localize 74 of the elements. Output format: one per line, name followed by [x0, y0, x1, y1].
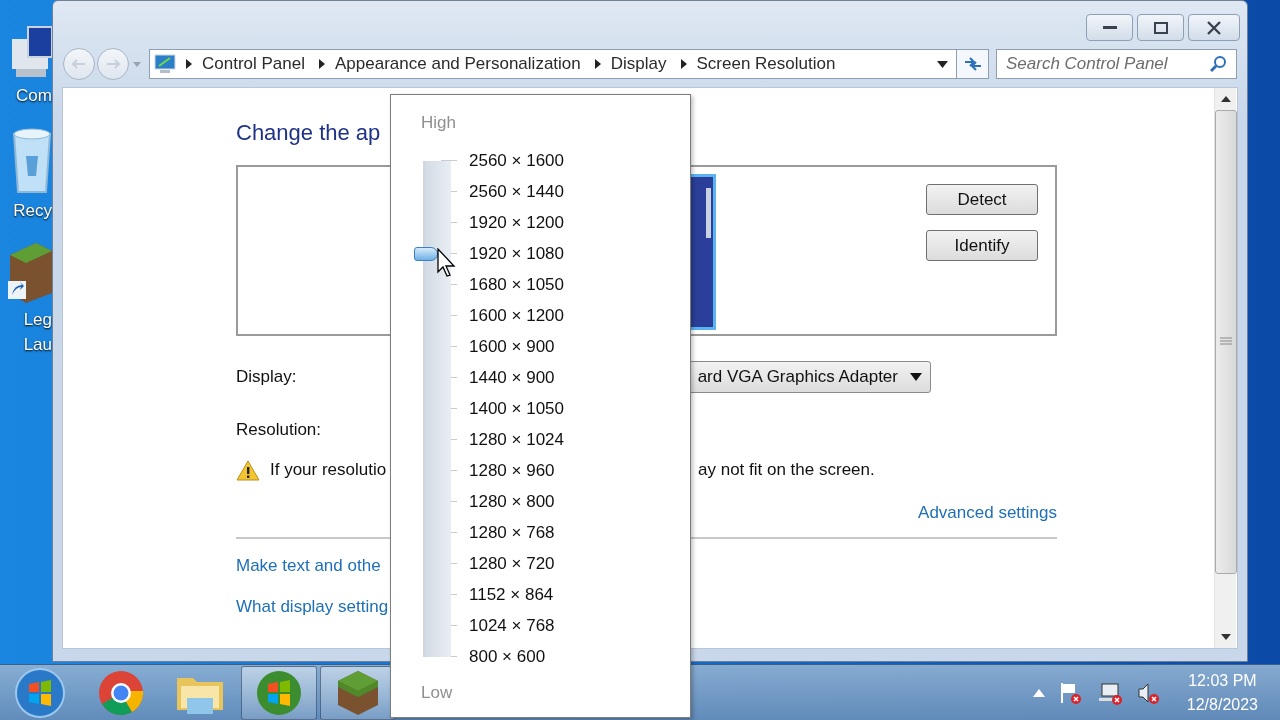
panel-button[interactable]: Identify: [926, 230, 1038, 261]
control-panel-icon: [154, 54, 176, 74]
close-button[interactable]: [1188, 14, 1240, 41]
refresh-button[interactable]: [957, 49, 989, 79]
flag-error-icon[interactable]: [1058, 681, 1083, 705]
breadcrumb[interactable]: Control Panel: [202, 54, 305, 74]
speaker-muted-icon[interactable]: [1136, 681, 1161, 705]
show-hidden-icons-icon[interactable]: [1032, 689, 1045, 697]
resolution-option[interactable]: 1600 × 900: [469, 336, 555, 357]
network-error-icon[interactable]: [1096, 681, 1123, 705]
scroll-down-icon[interactable]: [1220, 634, 1231, 640]
icon-label: Com: [15, 85, 52, 107]
dropdown-caret-icon[interactable]: [937, 60, 948, 68]
help-link[interactable]: Make text and othe: [236, 556, 381, 576]
scrollbar[interactable]: [1214, 88, 1236, 648]
breadcrumb[interactable]: Display: [610, 54, 667, 74]
forward-arrow-icon: [105, 58, 121, 70]
warning-text: ay not fit on the screen.: [698, 460, 875, 480]
slider-label: High: [421, 112, 456, 134]
help-link[interactable]: What display setting: [236, 597, 389, 617]
resolution-option[interactable]: 1152 × 864: [469, 584, 554, 605]
advanced-settings-link[interactable]: Advanced settings: [918, 503, 1057, 523]
browser-icon: [97, 669, 145, 717]
taskbar-app-button[interactable]: [320, 666, 396, 720]
maximize-icon: [1153, 21, 1168, 34]
taskbar-app-button[interactable]: [241, 666, 317, 720]
warning-text: If your resolutio: [270, 460, 387, 480]
dropdown-caret-icon: [910, 373, 922, 381]
close-icon: [1206, 20, 1222, 35]
resolution-option[interactable]: 1600 × 1200: [469, 305, 564, 326]
slider-label: Low: [421, 682, 453, 704]
search-icon[interactable]: [1210, 55, 1228, 73]
field-label: Display:: [236, 367, 297, 387]
grip-icon: [1219, 337, 1232, 347]
resolution-option[interactable]: 1024 × 768: [469, 615, 555, 636]
resolution-option[interactable]: 1920 × 1080: [469, 243, 564, 264]
windows-logo-icon: [256, 670, 302, 716]
resolution-option[interactable]: 1280 × 960: [469, 460, 555, 481]
resolution-option[interactable]: 1280 × 768: [469, 522, 555, 543]
page-title: Change the ap: [236, 119, 381, 147]
chevron-icon[interactable]: [186, 59, 192, 69]
panel-button[interactable]: Detect: [926, 184, 1038, 215]
refresh-icon: [962, 56, 983, 72]
resolution-option[interactable]: 1280 × 720: [469, 553, 555, 574]
resolution-option[interactable]: 2560 × 1440: [469, 181, 564, 202]
address-bar[interactable]: Control Panel Appearance and Personalization Display Screen Resolution: [149, 49, 957, 79]
warning-icon: [236, 459, 260, 481]
slider-thumb[interactable]: [414, 246, 438, 261]
scroll-up-icon[interactable]: [1220, 96, 1231, 102]
resolution-option[interactable]: 2560 × 1600: [469, 150, 564, 171]
chevron-icon[interactable]: [594, 59, 601, 69]
resolution-slider[interactable]: [414, 160, 451, 657]
breadcrumb[interactable]: Appearance and Personalization: [335, 54, 581, 74]
scrollbar-thumb[interactable]: [1214, 110, 1237, 574]
breadcrumb[interactable]: Screen Resolution: [696, 54, 836, 74]
minimize-button[interactable]: [1086, 14, 1133, 41]
field-label: Resolution:: [236, 420, 322, 440]
cursor-icon: [437, 247, 456, 277]
resolution-option[interactable]: 800 × 600: [469, 646, 546, 667]
resolution-option[interactable]: 1680 × 1050: [469, 274, 564, 295]
resolution-option[interactable]: 1920 × 1200: [469, 212, 564, 233]
maximize-button[interactable]: [1137, 14, 1184, 41]
search-field[interactable]: Search Control Panel: [996, 49, 1237, 79]
icon-label: Recy: [12, 200, 52, 222]
resolution-option[interactable]: 1280 × 1024: [469, 429, 564, 450]
minimize-icon: [1102, 25, 1117, 30]
icon-label: Leg Lau: [22, 309, 52, 356]
chevron-icon[interactable]: [680, 59, 687, 69]
resolution-option[interactable]: 1440 × 900: [469, 367, 555, 388]
chevron-icon[interactable]: [319, 59, 325, 69]
back-arrow-icon: [71, 58, 87, 70]
resolution-option[interactable]: 1280 × 800: [469, 491, 555, 512]
grass-block-shortcut-icon[interactable]: [8, 241, 52, 305]
resolution-option[interactable]: 1400 × 1050: [469, 398, 564, 419]
